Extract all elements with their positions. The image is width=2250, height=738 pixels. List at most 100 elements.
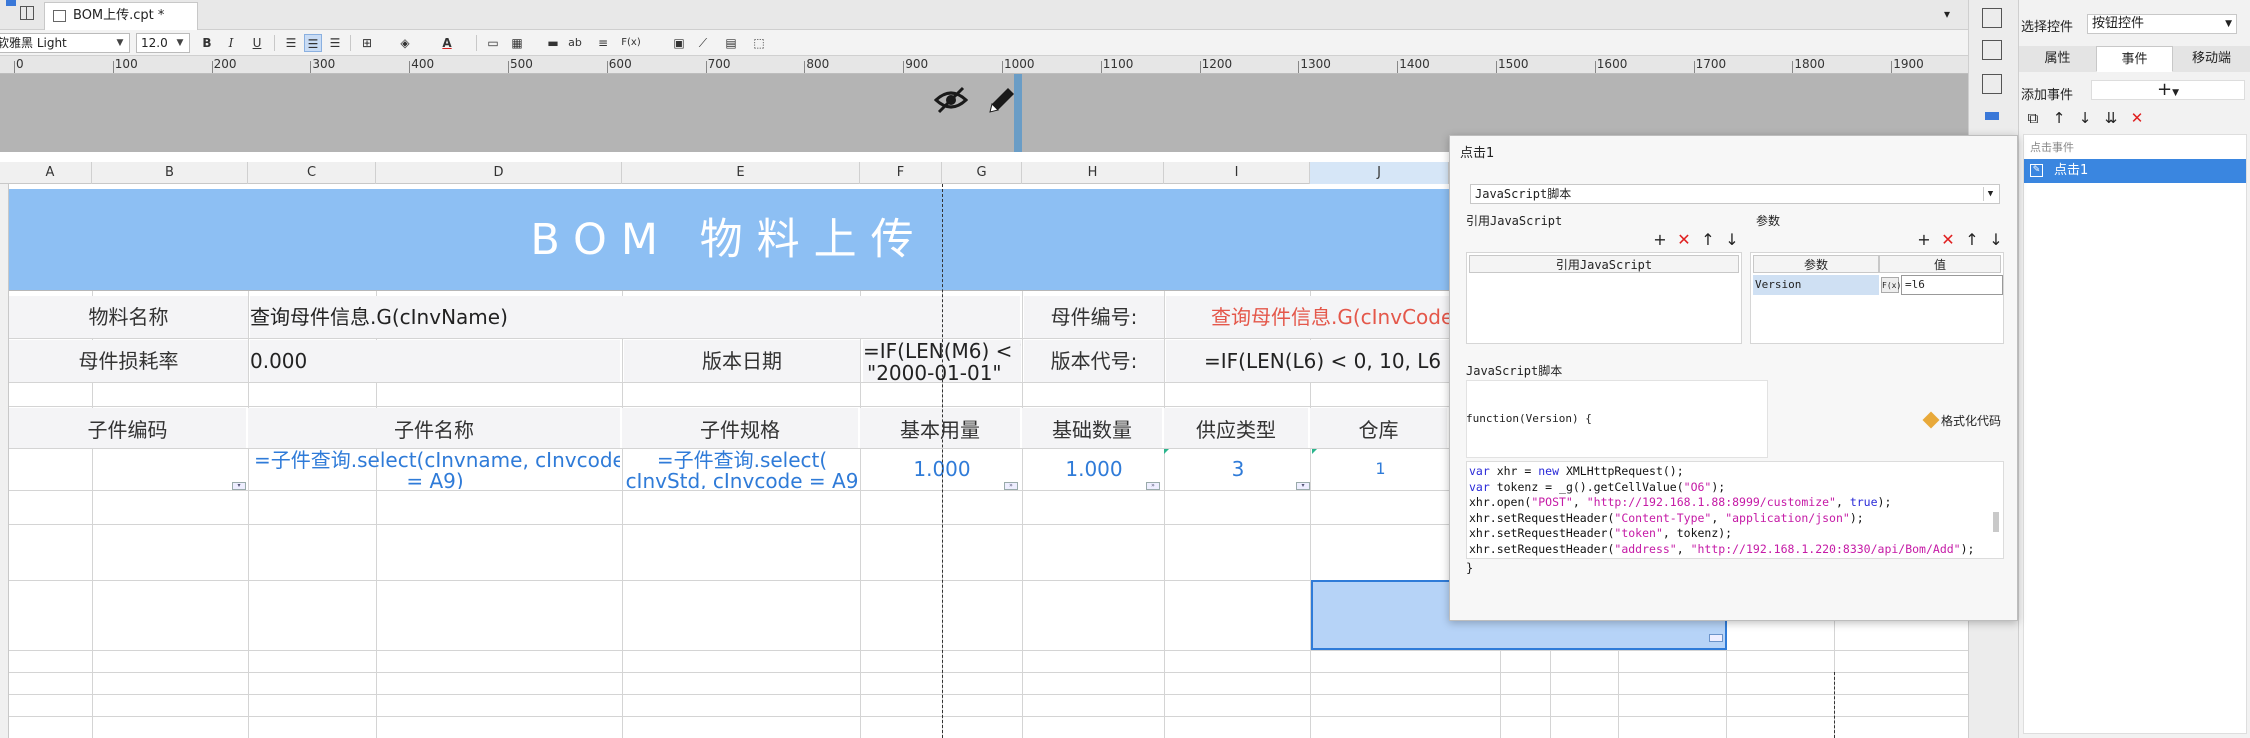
report-title-banner[interactable]: BOM 物料上传 <box>9 189 1449 291</box>
column-header-h[interactable]: H <box>1022 162 1164 184</box>
border-icon[interactable]: ⊞ <box>358 34 376 52</box>
code-text[interactable]: var xhr = new XMLHttpRequest(); var toke… <box>1469 464 1974 558</box>
add-icon[interactable]: + <box>1914 230 1934 250</box>
code-scrollbar[interactable] <box>1993 512 1999 532</box>
ref-js-table[interactable]: 引用JavaScript <box>1466 252 1742 344</box>
material-name-value[interactable]: 查询母件信息.G(cInvName) <box>250 296 1020 338</box>
column-header-c[interactable]: C <box>248 162 376 184</box>
format-code-button[interactable]: 格式化代码 <box>1922 411 2001 429</box>
move-down-icon[interactable]: ↓ <box>2075 108 2095 128</box>
move-down-icon[interactable]: ↓ <box>1722 230 1742 250</box>
grid-icon[interactable] <box>20 6 34 20</box>
tab-mobile[interactable]: 移动端 <box>2173 46 2250 72</box>
sub-report-icon[interactable]: ▤ <box>722 34 740 52</box>
delete-icon[interactable]: ✕ <box>1674 230 1694 250</box>
copy-icon[interactable]: ⧉ <box>2023 108 2043 128</box>
material-name-label[interactable]: 物料名称 <box>9 296 248 338</box>
align-left-icon[interactable]: ☰ <box>282 34 300 52</box>
base-number-cell[interactable]: 1.000 <box>1024 449 1164 489</box>
tab-properties[interactable]: 属性 <box>2019 46 2096 72</box>
column-header-j[interactable]: J <box>1310 162 1449 184</box>
font-family-select[interactable]: 微软雅黑 Light ▼ <box>0 33 130 53</box>
event-list-item[interactable]: ✎ 点击1 <box>2024 159 2246 183</box>
tab-events[interactable]: 事件 <box>2096 46 2173 72</box>
edit-pencil-icon[interactable] <box>986 84 1016 116</box>
param-row[interactable]: Version F(x) =l6 <box>1753 275 2003 295</box>
font-size-select[interactable]: 12.0 ▼ <box>136 33 190 53</box>
add-event-button[interactable]: +▼ <box>2091 80 2245 100</box>
param-value-input[interactable]: =l6 <box>1901 275 2003 295</box>
bold-button[interactable]: B <box>198 34 216 52</box>
child-spec-header[interactable]: 子件规格 <box>622 408 858 448</box>
formula-icon[interactable]: F(x) <box>618 34 644 52</box>
column-header-f[interactable]: F <box>860 162 942 184</box>
tab-report-file[interactable]: BOM上传.cpt * <box>44 2 198 30</box>
table-icon[interactable]: ▦ <box>508 34 526 52</box>
move-up-icon[interactable]: ↑ <box>2049 108 2069 128</box>
warehouse-cell[interactable]: 1 <box>1312 449 1449 489</box>
column-header-a[interactable]: A <box>9 162 92 184</box>
image-icon[interactable]: ▣ <box>670 34 688 52</box>
child-name-formula-line1[interactable]: =子件查询.select(cInvname, cInvcode <box>254 449 620 471</box>
page-break-line <box>1834 672 1835 738</box>
column-header-b[interactable]: B <box>92 162 248 184</box>
ruler-label: 1700 <box>1695 57 1727 71</box>
child-name-formula-line2[interactable]: = A9) <box>250 471 620 489</box>
move-up-icon[interactable]: ↑ <box>1698 230 1718 250</box>
settings-doc-icon[interactable] <box>1982 40 2002 60</box>
event-type-select[interactable]: JavaScript脚本 ▼ <box>1470 184 2000 204</box>
formula-icon[interactable]: F(x) <box>1881 277 1901 293</box>
loss-rate-value[interactable]: 0.000 <box>250 340 620 382</box>
supply-type-header[interactable]: 供应类型 <box>1164 408 1308 448</box>
parent-code-label[interactable]: 母件编号: <box>1024 296 1164 338</box>
hide-eye-icon[interactable] <box>934 86 968 114</box>
move-up-icon[interactable]: ↑ <box>1962 230 1982 250</box>
version-code-label[interactable]: 版本代号: <box>1024 340 1164 382</box>
widget-icon[interactable] <box>1982 74 2002 94</box>
param-name-cell[interactable]: Version <box>1753 275 1879 295</box>
widget-marker-icon: » <box>1146 482 1160 490</box>
version-code-formula[interactable]: =IF(LEN(L6) < 0, 10, L6 + 10 <box>1166 340 1449 382</box>
parent-code-value[interactable]: 查询母件信息.G(cInvCode) <box>1166 296 1449 338</box>
add-icon[interactable]: + <box>1650 230 1670 250</box>
child-code-header[interactable]: 子件编码 <box>9 408 246 448</box>
app-menu-icon[interactable] <box>6 0 16 6</box>
param-table[interactable]: 参数 值 Version F(x) =l6 <box>1750 252 2004 344</box>
delete-icon[interactable]: ✕ <box>1938 230 1958 250</box>
text-field-icon[interactable]: ▬ <box>544 34 562 52</box>
layout-icon[interactable] <box>1982 8 2002 28</box>
wrap-icon[interactable]: ≡ <box>594 34 612 52</box>
resize-handle-icon[interactable] <box>1709 634 1723 642</box>
text-icon[interactable]: ab <box>566 34 584 52</box>
child-spec-formula-line2[interactable]: cInvStd, cInvcode = A9 <box>624 471 860 489</box>
align-center-icon[interactable]: ☰ <box>304 34 322 52</box>
align-right-icon[interactable]: ☰ <box>326 34 344 52</box>
warehouse-header[interactable]: 仓库 <box>1310 408 1447 448</box>
child-spec-formula-line1[interactable]: =子件查询.select( <box>624 449 860 471</box>
child-name-header[interactable]: 子件名称 <box>248 408 620 448</box>
supply-type-cell[interactable]: 3 <box>1166 449 1310 489</box>
base-usage-header[interactable]: 基本用量 <box>860 408 1020 448</box>
base-qty-header[interactable]: 基础数量 <box>1022 408 1162 448</box>
font-color-button[interactable]: A <box>438 34 456 52</box>
column-header-d[interactable]: D <box>376 162 622 184</box>
loss-rate-label[interactable]: 母件损耗率 <box>9 340 248 382</box>
move-down-icon[interactable]: ↓ <box>1986 230 2006 250</box>
chart-icon[interactable]: ⟋ <box>694 34 712 52</box>
ruler-tick <box>112 61 114 73</box>
move-bottom-icon[interactable]: ⇊ <box>2101 108 2121 128</box>
code-editor[interactable]: var xhr = new XMLHttpRequest(); var toke… <box>1466 461 2004 559</box>
column-header-i[interactable]: I <box>1164 162 1310 184</box>
underline-button[interactable]: U <box>248 34 266 52</box>
insert-widget-icon[interactable]: ⬚ <box>750 34 768 52</box>
column-header-e[interactable]: E <box>622 162 860 184</box>
column-header-g[interactable]: G <box>942 162 1022 184</box>
event-icon[interactable] <box>1985 112 1999 120</box>
italic-button[interactable]: I <box>222 34 240 52</box>
widget-type-select[interactable]: 按钮控件 ▼ <box>2087 14 2237 34</box>
fill-color-icon[interactable]: ◈ <box>396 34 414 52</box>
collapse-icon[interactable]: ▾ <box>1944 8 1956 20</box>
version-date-label[interactable]: 版本日期 <box>624 340 860 382</box>
merge-cells-icon[interactable]: ▭ <box>484 34 502 52</box>
delete-icon[interactable]: ✕ <box>2127 108 2147 128</box>
